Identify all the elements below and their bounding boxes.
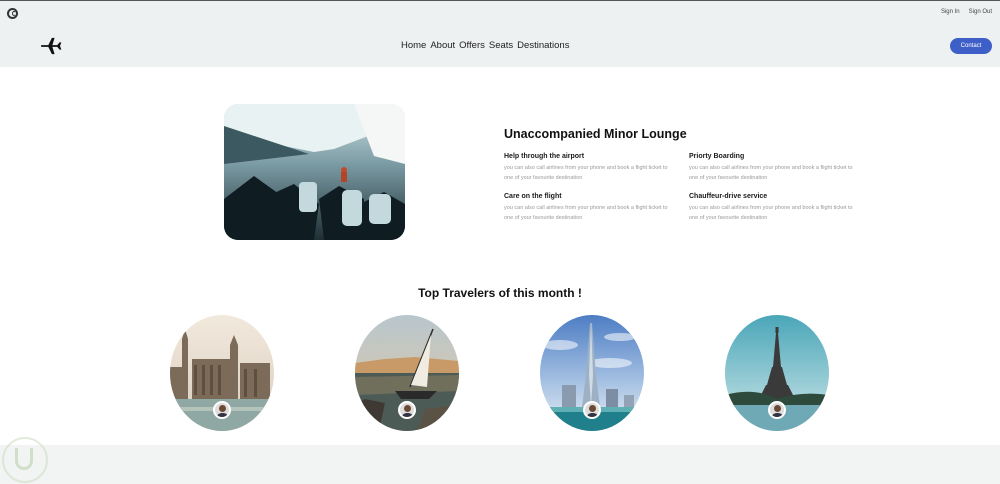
nav-destinations[interactable]: Destinations	[517, 40, 569, 51]
nav-offers[interactable]: Offers	[459, 40, 485, 51]
avatar	[583, 401, 601, 419]
c-logo-icon[interactable]	[7, 8, 18, 19]
feature-description: you can also call airlines from your pho…	[689, 165, 853, 181]
avatar	[398, 401, 416, 419]
feature-description: you can also call airlines from your pho…	[504, 205, 668, 221]
feature-care-flight: Care on the flight you can also call air…	[504, 193, 674, 223]
auth-links: Sign In Sign Out	[941, 9, 992, 15]
avatar	[213, 401, 231, 419]
lounge-title: Unaccompanied Minor Lounge	[504, 127, 687, 141]
feature-title: Chauffeur-drive service	[689, 193, 768, 200]
feature-title: Priorty Boarding	[689, 153, 745, 160]
watermark-logo	[2, 437, 48, 483]
traveler-card-dubai[interactable]	[540, 315, 644, 431]
feature-description: you can also call airlines from your pho…	[689, 205, 853, 221]
feature-chauffeur: Chauffeur-drive service you can also cal…	[689, 193, 859, 223]
top-navbar: Sign In Sign Out Home About Offers Seats…	[0, 0, 1000, 67]
nav-about[interactable]: About	[430, 40, 455, 51]
feature-title: Help through the airport	[504, 153, 585, 160]
traveler-card-london[interactable]	[170, 315, 274, 431]
feature-description: you can also call airlines from your pho…	[504, 165, 668, 181]
sign-out-link[interactable]: Sign Out	[969, 9, 992, 15]
nav-seats[interactable]: Seats	[489, 40, 513, 51]
airplane-icon[interactable]	[40, 37, 62, 55]
feature-title: Care on the flight	[504, 193, 562, 200]
avatar	[768, 401, 786, 419]
main-content: Unaccompanied Minor Lounge Help through …	[0, 67, 1000, 445]
contact-button[interactable]: Contact	[950, 38, 992, 54]
nav-home[interactable]: Home	[401, 40, 426, 51]
main-nav: Home About Offers Seats Destinations	[401, 40, 569, 51]
feature-help-airport: Help through the airport you can also ca…	[504, 153, 674, 183]
traveler-card-paris[interactable]	[725, 315, 829, 431]
sign-in-link[interactable]: Sign In	[941, 9, 960, 15]
travelers-title: Top Travelers of this month !	[418, 286, 582, 300]
traveler-card-nile[interactable]	[355, 315, 459, 431]
feature-priority-boarding: Priorty Boarding you can also call airli…	[689, 153, 859, 183]
cabin-image	[224, 104, 405, 240]
